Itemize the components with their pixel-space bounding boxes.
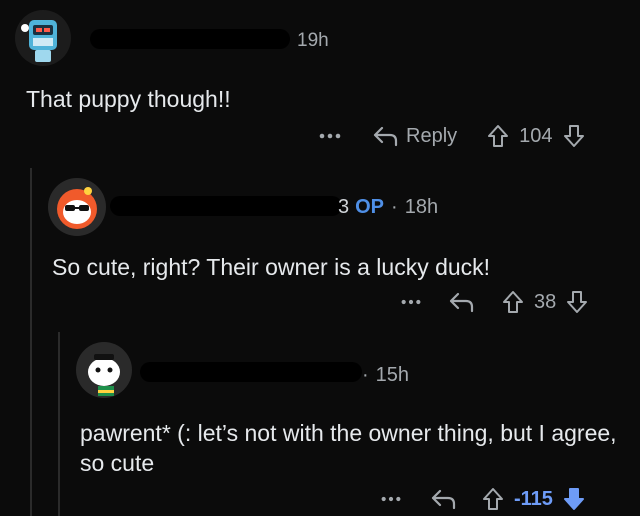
username-redacted: [110, 196, 342, 216]
comment-body: That puppy though!!: [26, 86, 231, 112]
comment-actions: 38: [400, 287, 588, 317]
comment-meta: 3 OP · 18h: [338, 196, 438, 219]
vote-score: 38: [534, 290, 557, 313]
comment-body: So cute, right? Their owner is a lucky d…: [52, 254, 491, 280]
thread-line: [30, 168, 32, 516]
reply-button[interactable]: Reply: [372, 124, 457, 148]
avatar[interactable]: [15, 10, 71, 66]
avatar[interactable]: [76, 342, 132, 398]
op-badge: OP: [355, 196, 385, 218]
comment-meta: · 15h: [362, 364, 409, 387]
reply-arrow-icon: [372, 124, 400, 148]
vote-score: -115: [514, 487, 553, 510]
more-dots-icon[interactable]: [318, 131, 342, 141]
comment-actions: Reply 104: [318, 121, 585, 151]
comment-timestamp: 15h: [375, 364, 410, 386]
meta-separator: ·: [391, 196, 398, 218]
vote-score: 104: [519, 124, 553, 147]
comment-timestamp: 18h: [404, 196, 439, 218]
comment-actions: -115: [380, 484, 585, 514]
more-dots-icon[interactable]: [400, 297, 422, 307]
reply-label: Reply: [406, 124, 458, 147]
downvote-arrow-icon[interactable]: [563, 487, 585, 511]
thread-line: [58, 332, 60, 516]
avatar[interactable]: [48, 178, 106, 236]
reply-arrow-icon[interactable]: [430, 487, 458, 511]
upvote-arrow-icon[interactable]: [487, 124, 509, 148]
upvote-arrow-icon[interactable]: [502, 290, 524, 314]
username-redacted: [140, 362, 362, 382]
downvote-arrow-icon[interactable]: [566, 290, 588, 314]
comment-timestamp: 19h: [297, 30, 329, 51]
upvote-arrow-icon[interactable]: [482, 487, 504, 511]
meta-separator: ·: [362, 364, 369, 386]
username-fragment: 3: [338, 196, 350, 218]
downvote-arrow-icon[interactable]: [563, 124, 585, 148]
comment-body: pawrent* (: let’s not with the owner thi…: [80, 420, 617, 476]
more-dots-icon[interactable]: [380, 494, 402, 504]
username-redacted: [90, 29, 290, 49]
reply-arrow-icon[interactable]: [448, 290, 476, 314]
